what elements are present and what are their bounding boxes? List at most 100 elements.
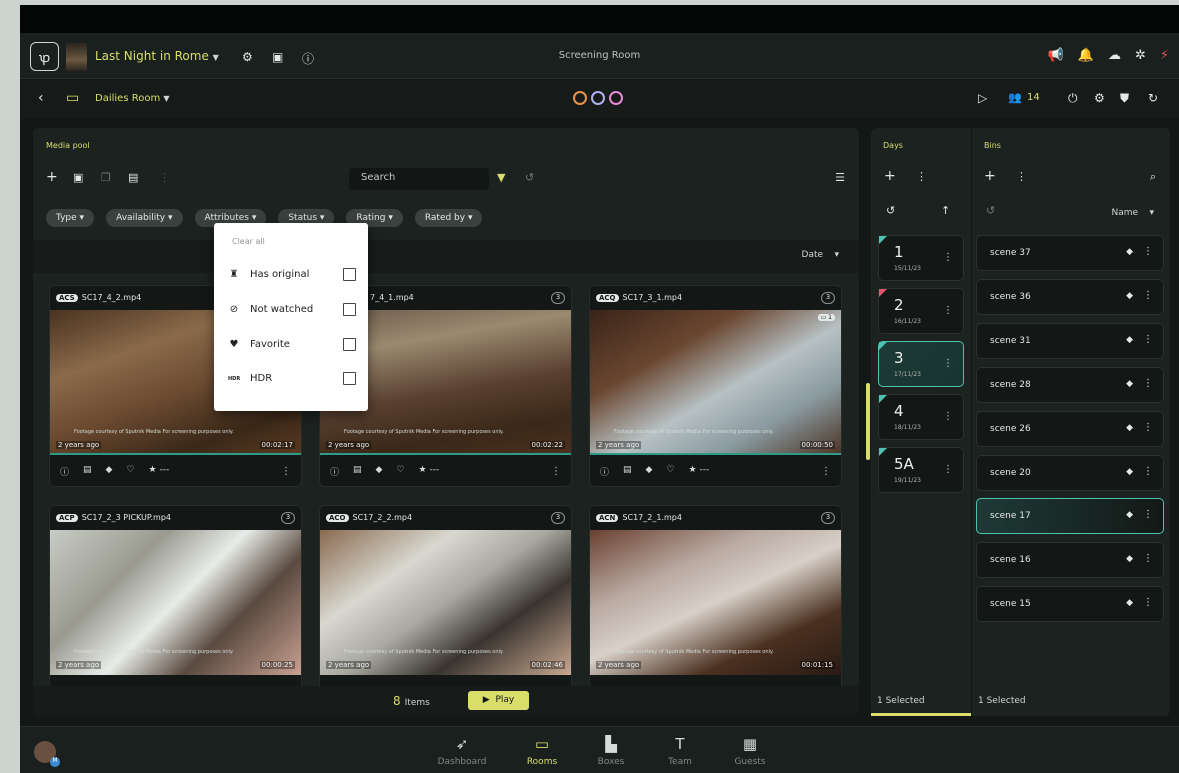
day-item[interactable]: 2 16/11/23 ⋮ [878, 288, 964, 334]
bell-icon[interactable]: 🔔 [1078, 48, 1094, 63]
network-icon[interactable]: ✲ [1135, 48, 1146, 63]
option-has-original[interactable]: ♜ Has original [228, 268, 356, 281]
kebab-icon[interactable]: ⋮ [943, 252, 953, 263]
tag-icon[interactable]: ◆ [646, 465, 653, 478]
tag-icon[interactable]: ◆ [1126, 554, 1133, 564]
bin-item[interactable]: scene 37 ◆ ⋮ [976, 235, 1164, 271]
tag-icon[interactable]: ◆ [376, 465, 383, 478]
bin-item[interactable]: scene 17 ◆ ⋮ [976, 498, 1164, 534]
add-icon[interactable]: + [46, 169, 58, 185]
bin-item[interactable]: scene 20 ◆ ⋮ [976, 455, 1164, 491]
option-hdr[interactable]: HDR HDR [228, 372, 356, 385]
checkbox[interactable] [343, 303, 356, 316]
sort-ascending-icon[interactable]: ↑ [941, 204, 950, 217]
kebab-icon[interactable]: ⋮ [1143, 466, 1153, 477]
document-icon[interactable]: ▤ [83, 465, 92, 478]
kebab-icon[interactable]: ⋮ [943, 305, 953, 316]
copy-icon[interactable]: ❐ [101, 171, 111, 184]
cloud-upload-icon[interactable]: ☁ [1108, 48, 1121, 63]
play-icon[interactable]: ▷ [978, 91, 987, 105]
checkbox[interactable] [343, 372, 356, 385]
kebab-icon[interactable]: ⋮ [1143, 422, 1153, 433]
kebab-icon[interactable]: ⋮ [551, 466, 561, 477]
clip-thumbnail[interactable]: Footage courtesy of Sputnik Media For sc… [590, 530, 841, 675]
bin-item[interactable]: scene 15 ◆ ⋮ [976, 586, 1164, 622]
rating[interactable]: ★ --- [419, 465, 440, 478]
kebab-icon[interactable]: ⋮ [1143, 246, 1153, 257]
bin-item[interactable]: scene 28 ◆ ⋮ [976, 367, 1164, 403]
bins-sort-dropdown[interactable]: Name ▾ [1111, 208, 1154, 218]
kebab-icon[interactable]: ⋮ [1143, 378, 1153, 389]
kebab-icon[interactable]: ⋮ [943, 464, 953, 475]
info-icon[interactable]: ⓘ [60, 465, 69, 478]
kebab-icon[interactable]: ⋮ [1016, 170, 1027, 183]
kebab-icon[interactable]: ⋮ [943, 411, 953, 422]
bin-item[interactable]: scene 26 ◆ ⋮ [976, 411, 1164, 447]
gear-icon[interactable]: ⚙ [1094, 91, 1105, 105]
tag-icon[interactable]: ◆ [1126, 598, 1133, 608]
back-arrow-icon[interactable]: ‹ [38, 90, 44, 106]
day-item[interactable]: 4 18/11/23 ⋮ [878, 394, 964, 440]
clip-thumbnail[interactable]: Footage courtesy of Sputnik Media For sc… [50, 530, 301, 675]
search-input[interactable]: Search [349, 168, 489, 190]
nav-dashboard[interactable]: ➶ Dashboard [432, 735, 492, 767]
comment-badge[interactable]: ▭ 1 [817, 314, 835, 321]
tag-icon[interactable]: ◆ [1126, 291, 1133, 301]
add-icon[interactable]: + [884, 168, 896, 184]
kebab-icon[interactable]: ⋮ [916, 170, 927, 183]
reset-icon[interactable]: ↺ [525, 171, 534, 184]
media-card[interactable]: ACP SC17_2_3 PICKUP.mp4 3 Footage courtes… [49, 505, 302, 707]
clip-thumbnail[interactable]: Footage courtesy of Sputnik Media For sc… [320, 530, 571, 675]
bin-item[interactable]: scene 16 ◆ ⋮ [976, 542, 1164, 578]
info-icon[interactable]: ⓘ [600, 465, 609, 478]
rating[interactable]: ★ --- [149, 465, 170, 478]
media-card[interactable]: ACO SC17_2_2.mp4 3 Footage courtesy of Sp… [319, 505, 572, 707]
heart-icon[interactable]: ♡ [666, 465, 674, 478]
reset-icon[interactable]: ↺ [886, 204, 895, 217]
tag-icon[interactable]: ◆ [1126, 510, 1133, 520]
tag-icon[interactable]: ◆ [106, 465, 113, 478]
kebab-icon[interactable]: ⋮ [281, 466, 291, 477]
media-card[interactable]: ACN SC17_2_1.mp4 3 Footage courtesy of Sp… [589, 505, 842, 707]
document-icon[interactable]: ▤ [353, 465, 362, 478]
tag-icon[interactable]: ◆ [1126, 247, 1133, 257]
kebab-icon[interactable]: ⋮ [1143, 553, 1153, 564]
rating[interactable]: ★ --- [689, 465, 710, 478]
kebab-icon[interactable]: ⋮ [1143, 597, 1153, 608]
tag-icon[interactable]: ◆ [1126, 467, 1133, 477]
filter-icon[interactable]: ▼ [497, 171, 505, 184]
day-item[interactable]: 5A 19/11/23 ⋮ [878, 447, 964, 493]
clear-all-button[interactable]: Clear all [232, 237, 265, 246]
filter-availability[interactable]: Availability ▾ [106, 209, 183, 227]
list-view-icon[interactable]: ☰ [835, 171, 845, 184]
reset-icon[interactable]: ↺ [986, 204, 995, 217]
option-not-watched[interactable]: ⊘ Not watched [228, 303, 356, 316]
nav-boxes[interactable]: ▙ Boxes [581, 735, 641, 767]
option-favorite[interactable]: ♥ Favorite [228, 338, 356, 351]
day-item[interactable]: 1 15/11/23 ⋮ [878, 235, 964, 281]
search-icon[interactable]: ⌕ [1150, 170, 1156, 184]
megaphone-icon[interactable]: 📢 [1048, 48, 1064, 63]
tag-icon[interactable]: ◆ [1126, 379, 1133, 389]
bin-item[interactable]: scene 31 ◆ ⋮ [976, 323, 1164, 359]
info-icon[interactable]: ⓘ [330, 465, 339, 478]
kebab-icon[interactable]: ⋮ [943, 358, 953, 369]
kebab-icon[interactable]: ⋮ [1143, 334, 1153, 345]
filter-type[interactable]: Type ▾ [46, 209, 95, 227]
activity-icon[interactable]: ⚡ [1160, 48, 1169, 63]
checkbox[interactable] [343, 338, 356, 351]
nav-rooms[interactable]: ▭ Rooms [512, 735, 572, 767]
people-icon[interactable]: 👥 [1008, 91, 1022, 104]
day-item[interactable]: 3 17/11/23 ⋮ [878, 341, 964, 387]
media-card[interactable]: ACQ SC17_3_1.mp4 3 ▭ 1 Footage courtesy o… [589, 285, 842, 487]
shield-icon[interactable]: ⛊ [1120, 91, 1129, 106]
nav-guests[interactable]: ▦ Guests [720, 735, 780, 767]
add-icon[interactable]: + [984, 168, 996, 184]
kebab-icon[interactable]: ⋮ [1143, 290, 1153, 301]
tag-icon[interactable]: ◆ [1126, 423, 1133, 433]
document-icon[interactable]: ▤ [623, 465, 632, 478]
nav-team[interactable]: T Team [650, 735, 710, 767]
kebab-icon[interactable]: ⋮ [1143, 509, 1153, 520]
checkbox[interactable] [343, 268, 356, 281]
power-icon[interactable]: ⏻ [1068, 91, 1078, 106]
